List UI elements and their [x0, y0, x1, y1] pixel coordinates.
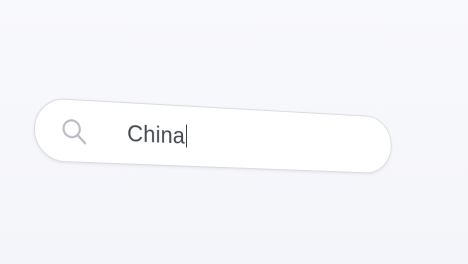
text-caret — [185, 124, 188, 148]
search-container: China — [34, 97, 392, 175]
search-value: China — [127, 120, 185, 150]
background: China — [0, 0, 468, 264]
search-input[interactable]: China — [34, 97, 392, 175]
search-icon — [60, 116, 89, 147]
search-query-text: China — [127, 120, 188, 151]
